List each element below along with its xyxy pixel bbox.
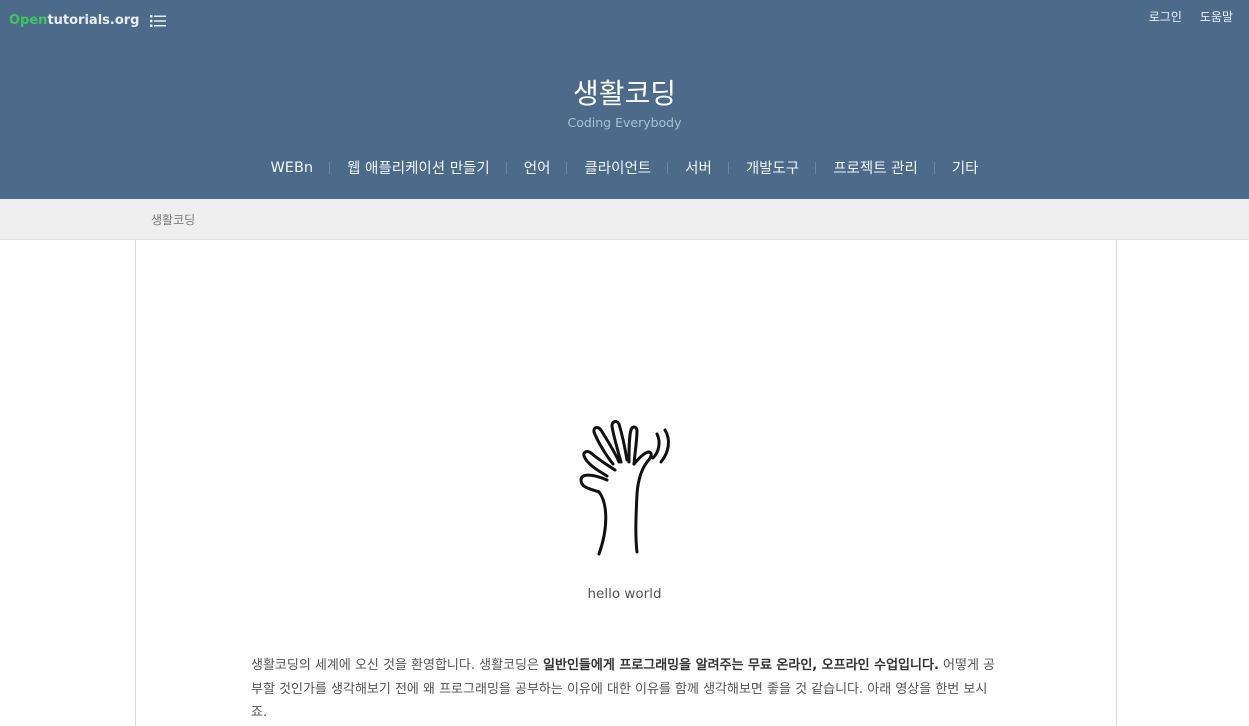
intro-bold-text: 일반인들에게 프로그래밍을 알려주는 무료 온라인, 오프라인 수업입니다.: [543, 658, 939, 673]
nav-item-language[interactable]: 언어: [505, 157, 568, 178]
help-link[interactable]: 도움말: [1200, 8, 1233, 25]
nav-item-web-app[interactable]: 웹 애플리케이션 만들기: [329, 157, 507, 178]
list-menu-icon[interactable]: [150, 14, 166, 28]
main-nav: WEBn 웹 애플리케이션 만들기 언어 클라이언트 서버 개발도구 프로젝트 …: [0, 157, 1249, 178]
nav-item-etc[interactable]: 기타: [933, 157, 996, 178]
breadcrumb[interactable]: 생활코딩: [151, 211, 195, 228]
login-link[interactable]: 로그인: [1149, 8, 1182, 25]
logo-open-text: Open: [9, 13, 48, 28]
site-title[interactable]: 생활코딩: [0, 72, 1249, 112]
site-subtitle: Coding Everybody: [567, 115, 682, 130]
logo-rest-text: tutorials.org: [47, 13, 140, 28]
intro-text-1: 생활코딩의 세계에 오신 것을 환영합니다. 생활코딩은: [251, 658, 544, 673]
site-header: Opentutorials.org 로그인 도움말 생활코딩 Coding Ev…: [0, 0, 1249, 199]
nav-item-server[interactable]: 서버: [667, 157, 729, 178]
waving-hand-icon: [579, 420, 670, 556]
intro-paragraph: 생활코딩의 세계에 오신 것을 환영합니다. 생활코딩은 일반인들에게 프로그래…: [251, 654, 1001, 725]
nav-item-client[interactable]: 클라이언트: [566, 157, 668, 178]
breadcrumb-bar: 생활코딩: [0, 199, 1249, 240]
nav-item-devtools[interactable]: 개발도구: [727, 157, 816, 178]
hero-caption: hello world: [587, 586, 662, 602]
site-logo[interactable]: Opentutorials.org: [9, 13, 139, 28]
top-links: 로그인 도움말: [1149, 8, 1233, 25]
nav-item-project-management[interactable]: 프로젝트 관리: [815, 157, 935, 178]
nav-item-webn[interactable]: WEBn: [253, 160, 330, 176]
